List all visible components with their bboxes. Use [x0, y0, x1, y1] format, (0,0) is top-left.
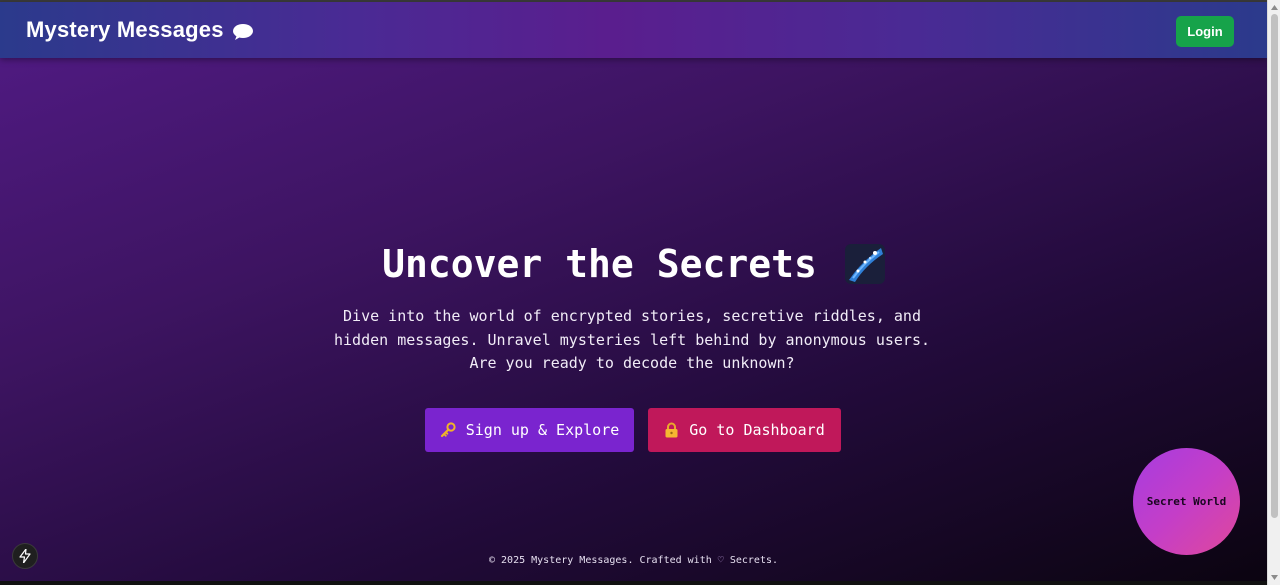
scroll-down-icon[interactable] — [1270, 573, 1279, 582]
hero-description: Dive into the world of encrypted stories… — [333, 307, 931, 372]
lightning-icon — [19, 549, 31, 563]
speech-bubble-icon — [232, 21, 254, 40]
shooting-star-icon — [844, 244, 885, 284]
footer: © 2025 Mystery Messages. Crafted with ♡ … — [0, 555, 1267, 566]
footer-suffix: Secrets. — [729, 555, 779, 566]
scrollbar-thumb[interactable] — [1271, 14, 1278, 518]
brand-title: Mystery Messages — [26, 17, 224, 42]
heart-icon: ♡ — [717, 555, 724, 566]
scroll-up-icon[interactable] — [1270, 3, 1279, 12]
key-icon — [440, 422, 456, 438]
brand[interactable]: Mystery Messages — [26, 17, 254, 43]
signup-label: Sign up & Explore — [465, 421, 620, 439]
dev-tools-badge[interactable] — [12, 543, 38, 569]
hero-heading: Uncover the Secrets — [0, 242, 1267, 286]
secret-world-button[interactable]: Secret World — [1133, 448, 1240, 555]
lock-icon — [665, 422, 678, 438]
bottom-border — [0, 581, 1267, 585]
dashboard-button[interactable]: Go to Dashboard — [648, 408, 841, 452]
signup-button[interactable]: Sign up & Explore — [425, 408, 634, 452]
hero-title: Uncover the Secrets — [382, 242, 817, 286]
vertical-scrollbar[interactable] — [1267, 0, 1280, 585]
page-background: Mystery Messages Login Uncover the Secre… — [0, 0, 1267, 585]
navbar: Mystery Messages Login — [0, 2, 1267, 58]
dashboard-label: Go to Dashboard — [689, 421, 825, 439]
secret-world-label: Secret World — [1146, 495, 1227, 508]
footer-prefix: © 2025 Mystery Messages. Crafted with — [488, 555, 712, 566]
login-button[interactable]: Login — [1176, 16, 1234, 47]
